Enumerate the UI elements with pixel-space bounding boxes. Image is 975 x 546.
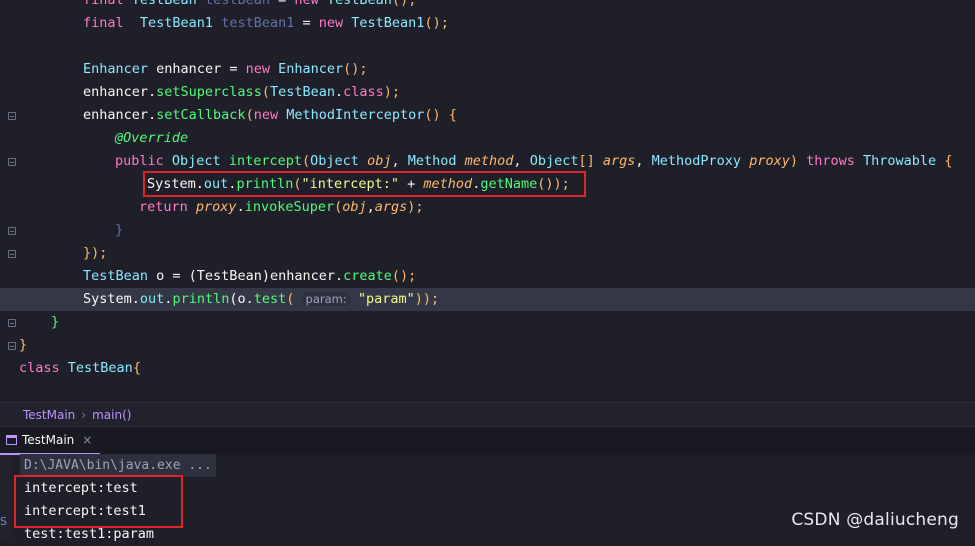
- highlight-box-console: [14, 475, 183, 528]
- code-line-15: }: [51, 314, 60, 330]
- parameter-hint: param:: [302, 292, 350, 306]
- code-line-current[interactable]: System.out.println(o.test( param: "param…: [0, 288, 975, 311]
- soft-wrap-icon[interactable]: S: [0, 515, 7, 528]
- fold-icon[interactable]: [8, 112, 16, 120]
- breadcrumb-file[interactable]: TestMain: [23, 408, 75, 422]
- code-line-6: enhancer.setCallback(new MethodIntercept…: [83, 107, 457, 123]
- breadcrumb: TestMain › main(): [0, 402, 975, 427]
- code-line-1: final TestBean testBean = new TestBean()…: [83, 0, 417, 8]
- code-line-7: @Override: [115, 130, 189, 146]
- console-gutter: [0, 455, 13, 541]
- fold-icon[interactable]: [8, 319, 16, 327]
- breadcrumb-method[interactable]: main(): [92, 408, 131, 422]
- code-line-8: public Object intercept(Object obj, Meth…: [115, 153, 953, 169]
- close-icon[interactable]: ×: [82, 433, 92, 447]
- fold-icon[interactable]: [8, 342, 16, 350]
- fold-icon[interactable]: [8, 158, 16, 166]
- breadcrumb-separator: ›: [81, 408, 87, 422]
- code-line-16: }: [19, 337, 28, 353]
- tab-testmain[interactable]: TestMain ×: [0, 427, 101, 455]
- watermark: CSDN @daliucheng: [791, 510, 959, 530]
- code-editor[interactable]: final TestBean testBean = new TestBean()…: [0, 0, 975, 402]
- code-line-5: enhancer.setSuperclass(TestBean.class);: [83, 84, 401, 100]
- run-config-icon: [6, 435, 17, 445]
- code-line-12: });: [83, 245, 108, 261]
- code-line-10: return proxy.invokeSuper(obj,args);: [139, 199, 424, 215]
- console-command-line: D:\JAVA\bin\java.exe ...: [20, 454, 216, 477]
- code-line-11: }: [115, 222, 124, 238]
- highlight-box-code: [143, 171, 586, 197]
- code-line-2: final TestBean1 testBean1 = new TestBean…: [83, 15, 449, 31]
- tab-label: TestMain: [22, 433, 75, 447]
- code-line-4: Enhancer enhancer = new Enhancer();: [83, 61, 368, 77]
- fold-icon[interactable]: [8, 250, 16, 258]
- code-line-13: TestBean o = (TestBean)enhancer.create()…: [83, 268, 417, 284]
- run-tool-window-tabs: TestMain ×: [0, 426, 975, 456]
- code-line-17: class TestBean{: [19, 360, 141, 376]
- fold-icon[interactable]: [8, 227, 16, 235]
